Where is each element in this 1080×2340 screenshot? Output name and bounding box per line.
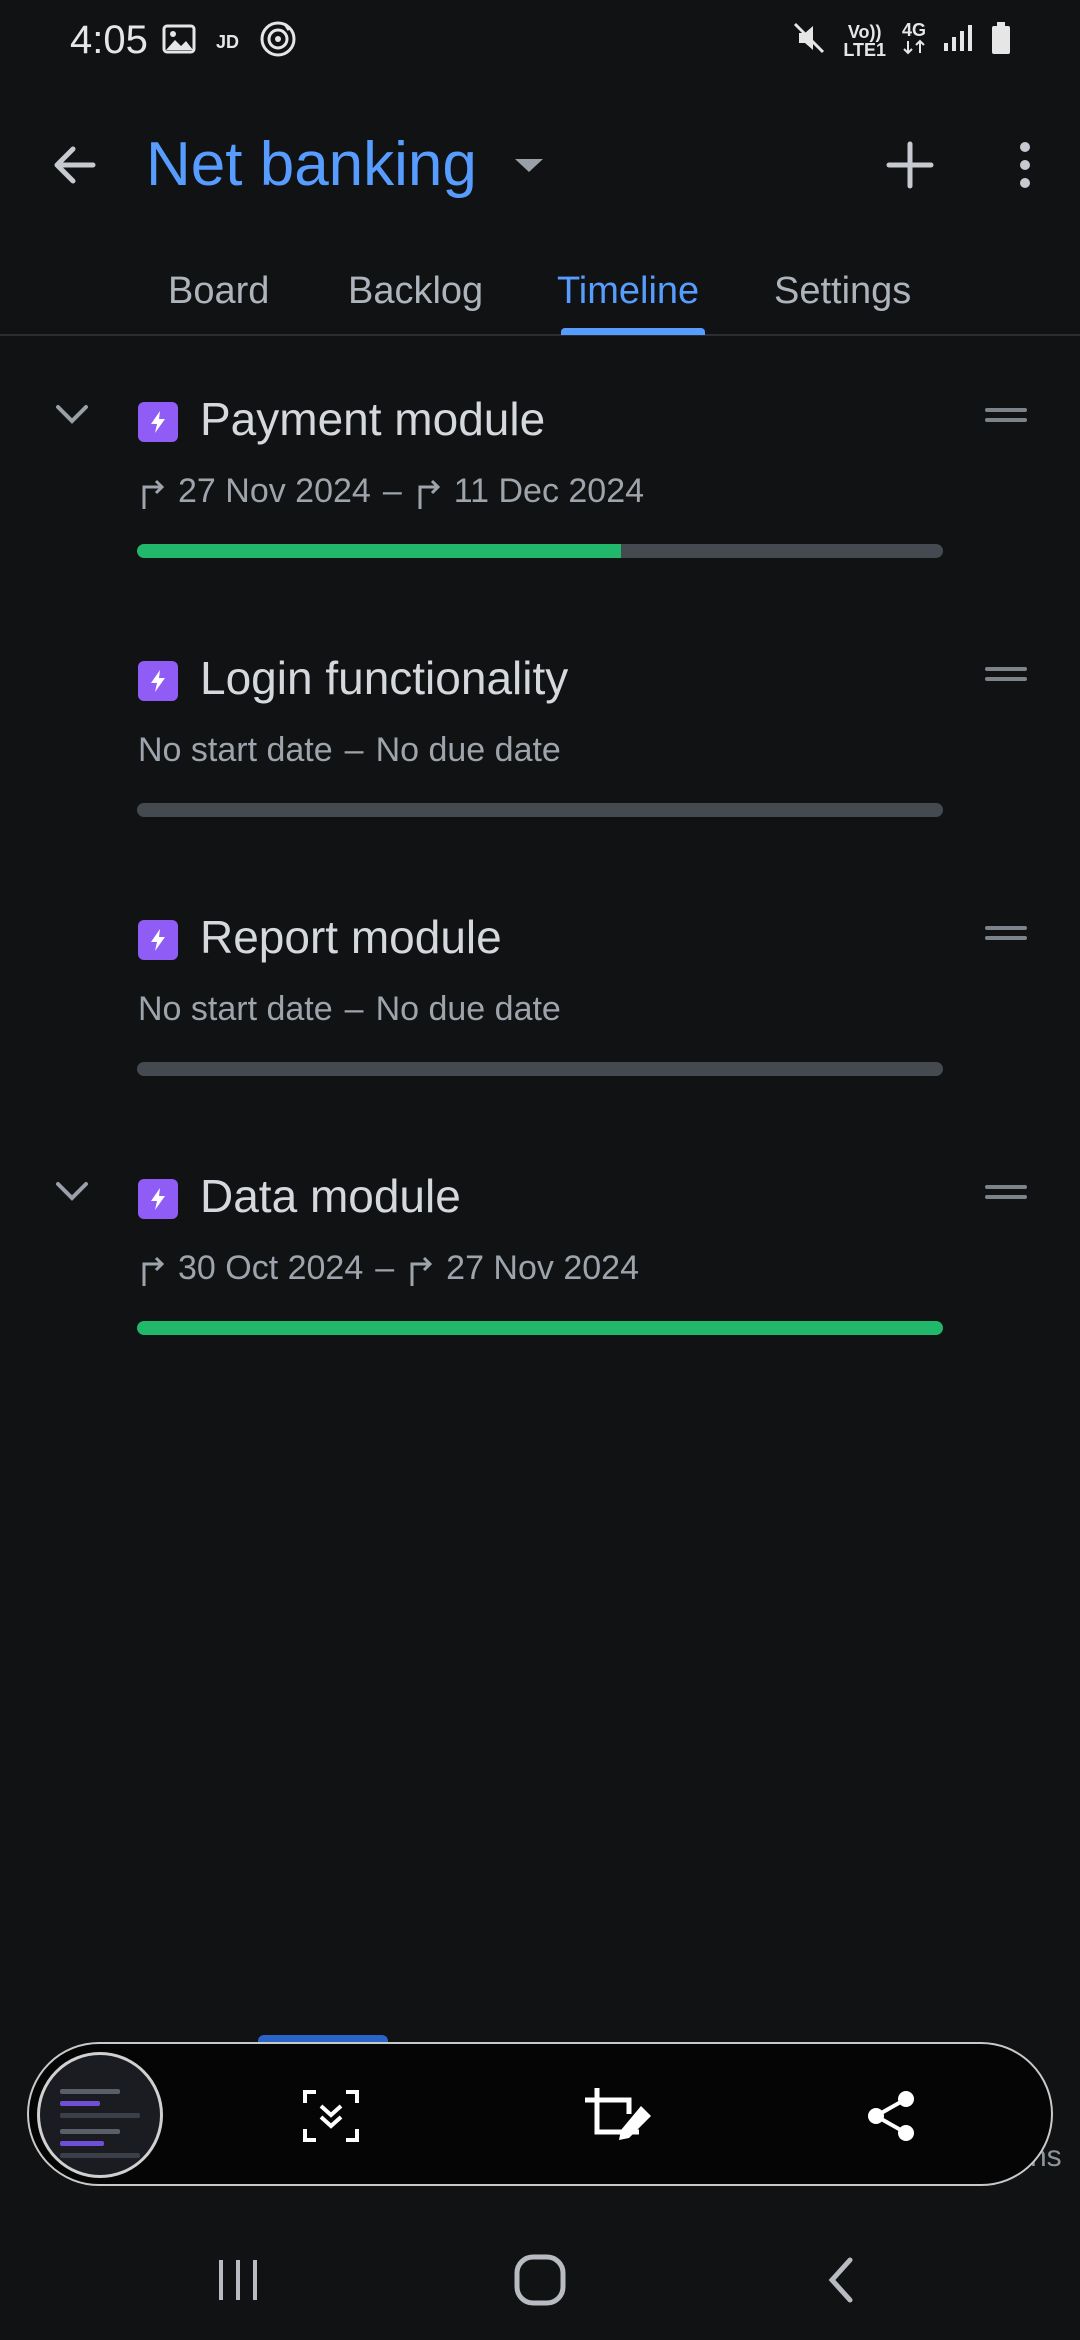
drag-handle-icon[interactable] [985, 408, 1027, 426]
caret-down-icon [514, 158, 543, 172]
add-button[interactable] [875, 130, 945, 200]
start-date: No start date [138, 731, 333, 769]
progress-bar [137, 1321, 943, 1335]
battery-icon [990, 21, 1012, 60]
tab-timeline[interactable]: Timeline [557, 270, 699, 313]
plus-icon [886, 141, 934, 189]
start-date: 30 Oct 2024 [178, 1249, 364, 1287]
epic-dates: 27 Nov 2024 – 11 Dec 2024 [138, 472, 644, 511]
due-date: 11 Dec 2024 [453, 472, 645, 510]
back-button[interactable] [40, 130, 110, 200]
share-icon [868, 2091, 914, 2141]
due-arrow-icon [410, 1256, 433, 1286]
epic-dates: No start date – No due date [138, 990, 561, 1028]
arrow-back-icon [54, 146, 96, 184]
due-arrow-icon [418, 479, 440, 509]
more-vert-icon [1020, 142, 1030, 188]
due-date: No due date [375, 990, 561, 1028]
gallery-icon [162, 24, 196, 59]
epic-title: Report module [200, 911, 502, 963]
volte-indicator: Vo)) LTE1 [843, 21, 886, 60]
progress-bar [137, 1062, 943, 1076]
project-switcher[interactable]: Net banking [146, 128, 543, 202]
epic-dates: No start date – No due date [138, 731, 561, 769]
share-button[interactable] [851, 2076, 931, 2156]
recent-apps-icon [219, 2260, 257, 2300]
tab-settings[interactable]: Settings [774, 270, 911, 313]
tab-bar: Board Backlog Timeline Settings [0, 260, 1080, 336]
more-options-button[interactable] [1000, 130, 1050, 200]
epic-row[interactable]: Payment module 27 Nov 2024 – 11 Dec 2024 [0, 384, 1080, 624]
mute-icon [791, 20, 827, 61]
screenshot-thumbnail[interactable] [37, 2052, 163, 2178]
status-time: 4:05 [70, 18, 148, 62]
app-bar: Net banking [0, 110, 1080, 220]
epic-title: Data module [200, 1170, 461, 1222]
scroll-capture-button[interactable] [291, 2076, 371, 2156]
start-arrow-icon [142, 1256, 165, 1286]
due-date: No due date [375, 731, 561, 769]
epic-row[interactable]: Report module No start date – No due dat… [0, 902, 1080, 1142]
epic-row[interactable]: Data module 30 Oct 2024 – 27 Nov 2024 [0, 1161, 1080, 1401]
epic-dates: 30 Oct 2024 – 27 Nov 2024 [138, 1249, 639, 1288]
progress-fill [137, 544, 621, 558]
signal-icon [942, 23, 974, 58]
scroll-capture-icon [303, 2090, 359, 2142]
music-app-icon [259, 20, 297, 63]
epic-lightning-icon [138, 402, 178, 442]
home-button[interactable] [495, 2240, 585, 2320]
crop-edit-button[interactable] [579, 2076, 659, 2156]
progress-fill [137, 1321, 943, 1335]
recent-apps-button[interactable] [193, 2240, 283, 2320]
chevron-down-icon [56, 1182, 88, 1201]
epic-lightning-icon [138, 661, 178, 701]
jd-label: JD [216, 31, 240, 52]
start-date: No start date [138, 990, 333, 1028]
expand-chevron-button[interactable] [52, 394, 92, 434]
drag-handle-icon[interactable] [985, 667, 1027, 685]
page-title: Net banking [146, 130, 477, 199]
home-icon [514, 2254, 566, 2306]
system-navigation-bar [0, 2220, 1080, 2340]
status-bar: 4:05 JD Vo)) LTE1 4G [0, 0, 1080, 84]
tab-backlog[interactable]: Backlog [348, 270, 483, 313]
active-tab-indicator [561, 328, 705, 335]
epic-title: Login functionality [200, 652, 569, 704]
tab-board[interactable]: Board [168, 270, 269, 313]
drag-handle-icon[interactable] [985, 926, 1027, 944]
start-arrow-icon [142, 479, 165, 509]
crop-edit-icon [585, 2088, 651, 2140]
system-back-button[interactable] [796, 2240, 886, 2320]
epic-row[interactable]: Login functionality No start date – No d… [0, 643, 1080, 883]
epic-title: Payment module [200, 393, 546, 445]
epic-lightning-icon [138, 1179, 178, 1219]
epic-lightning-icon [138, 920, 178, 960]
progress-bar [137, 544, 943, 558]
drag-handle-icon[interactable] [985, 1185, 1027, 1203]
chevron-down-icon [56, 405, 88, 424]
expand-chevron-button[interactable] [52, 1171, 92, 1211]
due-date: 27 Nov 2024 [446, 1249, 639, 1287]
screenshot-toolbar [27, 2042, 1053, 2186]
chevron-left-icon [828, 2257, 853, 2303]
network-indicator: 4G [902, 21, 926, 60]
progress-bar [137, 803, 943, 817]
start-date: 27 Nov 2024 [178, 472, 371, 510]
